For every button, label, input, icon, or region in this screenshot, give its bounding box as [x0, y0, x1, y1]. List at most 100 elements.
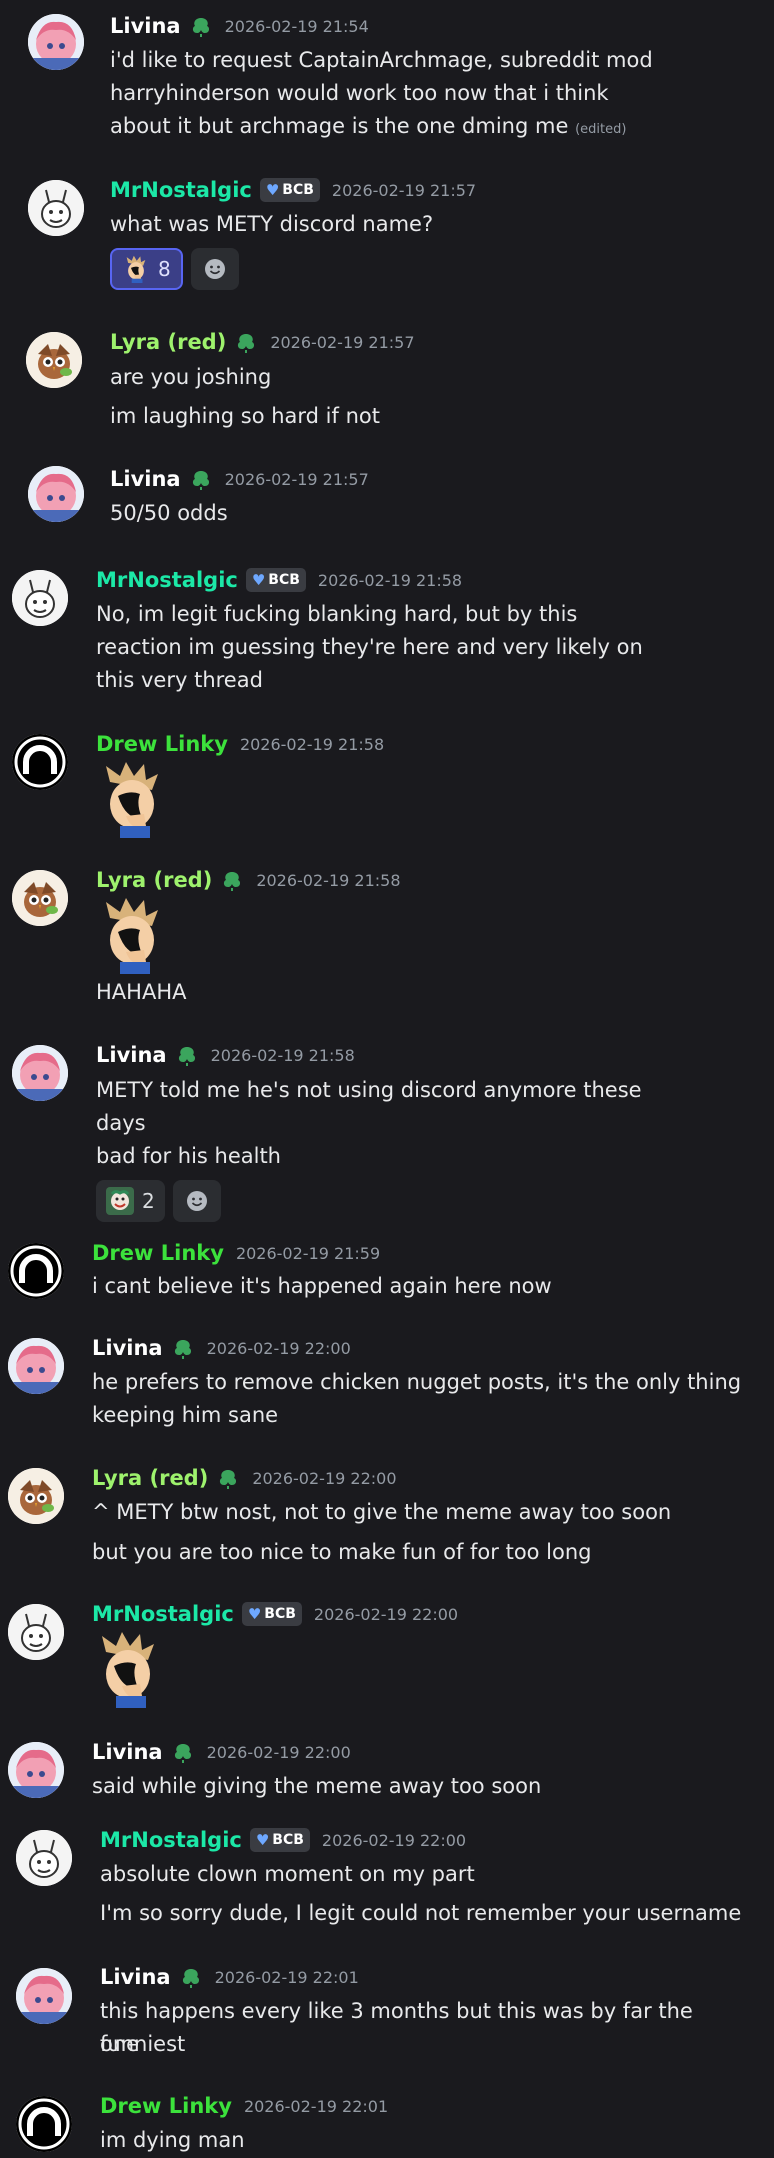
username[interactable]: MrNostalgic — [100, 1828, 242, 1852]
timestamp: 2026-02-19 22:01 — [243, 2096, 389, 2116]
reaction-facepalm[interactable]: 8 — [110, 248, 183, 290]
facepalm-sticker-icon[interactable] — [92, 1630, 164, 1708]
timestamp: 2026-02-19 21:57 — [224, 469, 369, 489]
avatar[interactable] — [26, 332, 82, 388]
guild-tag-label: BCB — [282, 182, 314, 198]
avatar[interactable] — [16, 2096, 72, 2152]
guild-tag-label: BCB — [264, 1606, 296, 1622]
username[interactable]: Livina — [96, 1043, 167, 1067]
username[interactable]: Lyra (red) — [92, 1466, 208, 1490]
avatar[interactable] — [28, 14, 84, 70]
heart-icon: ♥ — [251, 571, 266, 589]
leaf-icon — [216, 1466, 240, 1490]
guild-tag-label: BCB — [268, 572, 300, 588]
avatar[interactable] — [12, 570, 68, 626]
username[interactable]: Livina — [92, 1740, 163, 1764]
avatar[interactable] — [8, 1243, 64, 1299]
message-text: harryhinderson would work too now that i… — [110, 81, 609, 105]
timestamp: 2026-02-19 21:57 — [270, 332, 415, 352]
avatar[interactable] — [28, 180, 84, 236]
message-text: reaction im guessing they're here and ve… — [96, 635, 643, 659]
add-reaction-button[interactable] — [172, 1180, 221, 1222]
leaf-icon — [234, 330, 258, 354]
reaction-bar: 2 — [96, 1180, 221, 1222]
message-text: i'd like to request CaptainArchmage, sub… — [110, 48, 653, 72]
message-text: one — [100, 2032, 140, 2056]
facepalm-sticker-icon[interactable] — [96, 896, 168, 974]
username[interactable]: Lyra (red) — [110, 330, 226, 354]
avatar[interactable] — [8, 1604, 64, 1660]
avatar[interactable] — [16, 1830, 72, 1886]
message-text: No, im legit fucking blanking hard, but … — [96, 602, 578, 626]
message-text: im dying man — [100, 2128, 245, 2152]
username[interactable]: MrNostalgic — [96, 568, 238, 592]
timestamp: 2026-02-19 22:00 — [206, 1338, 351, 1358]
message-text: i cant believe it's happened again here … — [92, 1274, 552, 1298]
message-text: this very thread — [96, 668, 263, 692]
reaction-count: 2 — [142, 1189, 155, 1213]
timestamp: 2026-02-19 21:58 — [256, 870, 401, 890]
leaf-icon — [171, 1740, 195, 1764]
clown-emoji-icon — [106, 1187, 134, 1215]
timestamp: 2026-02-19 21:58 — [317, 570, 463, 590]
smiley-icon — [203, 257, 227, 281]
timestamp: 2026-02-19 21:54 — [224, 16, 369, 36]
heart-icon: ♥ — [247, 1605, 262, 1623]
guild-tag[interactable]: ♥ BCB — [241, 1602, 302, 1626]
add-reaction-button[interactable] — [190, 248, 239, 290]
avatar[interactable] — [8, 1742, 64, 1798]
facepalm-sticker-icon[interactable] — [96, 760, 168, 838]
avatar[interactable] — [12, 734, 68, 790]
guild-tag-label: BCB — [272, 1832, 304, 1848]
username[interactable]: Drew Linky — [92, 1241, 224, 1265]
username[interactable]: MrNostalgic — [92, 1602, 234, 1626]
username[interactable]: Livina — [110, 14, 181, 38]
message-text: are you joshing — [110, 365, 272, 389]
leaf-icon — [175, 1043, 199, 1067]
message-text: about it but archmage is the one dming m… — [110, 110, 626, 146]
avatar[interactable] — [16, 1968, 72, 2024]
avatar[interactable] — [12, 870, 68, 926]
leaf-icon — [220, 868, 244, 892]
message-text: about it but archmage is the one dming m… — [110, 114, 569, 138]
username[interactable]: Drew Linky — [100, 2094, 232, 2118]
username[interactable]: Livina — [100, 1965, 171, 1989]
timestamp: 2026-02-19 21:59 — [235, 1243, 381, 1263]
timestamp: 2026-02-19 22:00 — [313, 1604, 459, 1624]
message-text: what was METY discord name? — [110, 212, 434, 236]
username[interactable]: Drew Linky — [96, 732, 228, 756]
leaf-icon — [189, 14, 213, 38]
facepalm-emoji-icon — [122, 255, 150, 283]
username[interactable]: Livina — [92, 1336, 163, 1360]
leaf-icon — [189, 467, 213, 491]
reaction-count: 8 — [158, 257, 171, 281]
message-text: absolute clown moment on my part — [100, 1862, 475, 1886]
timestamp: 2026-02-19 22:01 — [214, 1967, 359, 1987]
leaf-icon — [179, 1965, 203, 1989]
avatar[interactable] — [8, 1468, 64, 1524]
message-text: he prefers to remove chicken nugget post… — [92, 1370, 742, 1394]
guild-tag[interactable]: ♥ BCB — [249, 1828, 310, 1852]
smiley-icon — [185, 1189, 209, 1213]
username[interactable]: Livina — [110, 467, 181, 491]
timestamp: 2026-02-19 22:00 — [206, 1742, 351, 1762]
username[interactable]: MrNostalgic — [110, 178, 252, 202]
timestamp: 2026-02-19 22:00 — [321, 1830, 467, 1850]
message-text: ^ METY btw nost, not to give the meme aw… — [92, 1500, 672, 1524]
guild-tag[interactable]: ♥ BCB — [259, 178, 320, 202]
edited-label: (edited) — [575, 122, 627, 137]
reaction-clown[interactable]: 2 — [96, 1180, 165, 1222]
avatar[interactable] — [12, 1045, 68, 1101]
username[interactable]: Lyra (red) — [96, 868, 212, 892]
message-text: im laughing so hard if not — [110, 404, 380, 428]
message-text: said while giving the meme away too soon — [92, 1774, 542, 1798]
avatar[interactable] — [8, 1338, 64, 1394]
timestamp: 2026-02-19 21:58 — [210, 1045, 355, 1065]
timestamp: 2026-02-19 21:58 — [239, 734, 385, 754]
timestamp: 2026-02-19 22:00 — [252, 1468, 397, 1488]
guild-tag[interactable]: ♥ BCB — [245, 568, 306, 592]
message-text: METY told me he's not using discord anym… — [96, 1078, 642, 1102]
avatar[interactable] — [28, 466, 84, 522]
message-text: bad for his health — [96, 1144, 281, 1168]
message-text: 50/50 odds — [110, 501, 228, 525]
